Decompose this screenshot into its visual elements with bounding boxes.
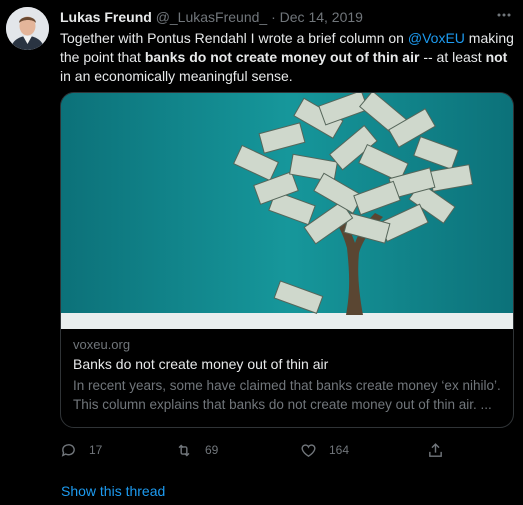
tweet-text-part: -- at least <box>419 49 486 65</box>
reply-button[interactable]: 17 <box>60 440 102 460</box>
reply-count: 17 <box>89 443 103 457</box>
link-card[interactable]: voxeu.org Banks do not create money out … <box>60 92 514 428</box>
share-icon <box>429 442 442 457</box>
tweet-text-bold: banks do not create money out of thin ai… <box>144 49 420 65</box>
card-info[interactable]: voxeu.org Banks do not create money out … <box>61 329 513 427</box>
tweet-text-part: Together with Pontus Rendahl I wrote a b… <box>60 30 408 46</box>
tweet-actions: 17 69 164 <box>60 440 460 460</box>
show-thread-link[interactable]: Show this thread <box>61 483 165 499</box>
mention-link[interactable]: @VoxEU <box>408 30 465 46</box>
retweet-button[interactable]: 69 <box>175 440 218 460</box>
tweet-date[interactable]: Dec 14, 2019 <box>280 9 363 25</box>
card-domain: voxeu.org <box>73 337 131 352</box>
author-name[interactable]: Lukas Freund <box>60 9 152 25</box>
retweet-icon <box>178 444 190 456</box>
reply-icon <box>61 443 75 457</box>
author-handle[interactable]: @_LukasFreund_ <box>156 9 268 25</box>
tweet-text-bold: not <box>485 49 508 65</box>
like-count: 164 <box>329 443 350 457</box>
tweet-text: Together with Pontus Rendahl I wrote a b… <box>60 29 516 86</box>
heart-icon <box>301 443 316 457</box>
like-button[interactable]: 164 <box>300 440 349 460</box>
tweet[interactable]: Lukas Freund @_LukasFreund_ · Dec 14, 20… <box>0 0 523 505</box>
card-description: In recent years, some have claimed that … <box>73 378 501 412</box>
retweet-count: 69 <box>205 443 219 457</box>
card-image[interactable] <box>61 93 513 329</box>
separator-dot: · <box>271 9 276 25</box>
share-button[interactable] <box>427 440 456 460</box>
card-title: Banks do not create money out of thin ai… <box>73 356 329 372</box>
tweet-text-part: in an economically meaningful sense. <box>60 68 293 84</box>
avatar[interactable] <box>6 7 49 50</box>
more-horizontal-icon[interactable] <box>493 6 515 24</box>
tweet-header: Lukas Freund @_LukasFreund_ · Dec 14, 20… <box>60 9 363 25</box>
